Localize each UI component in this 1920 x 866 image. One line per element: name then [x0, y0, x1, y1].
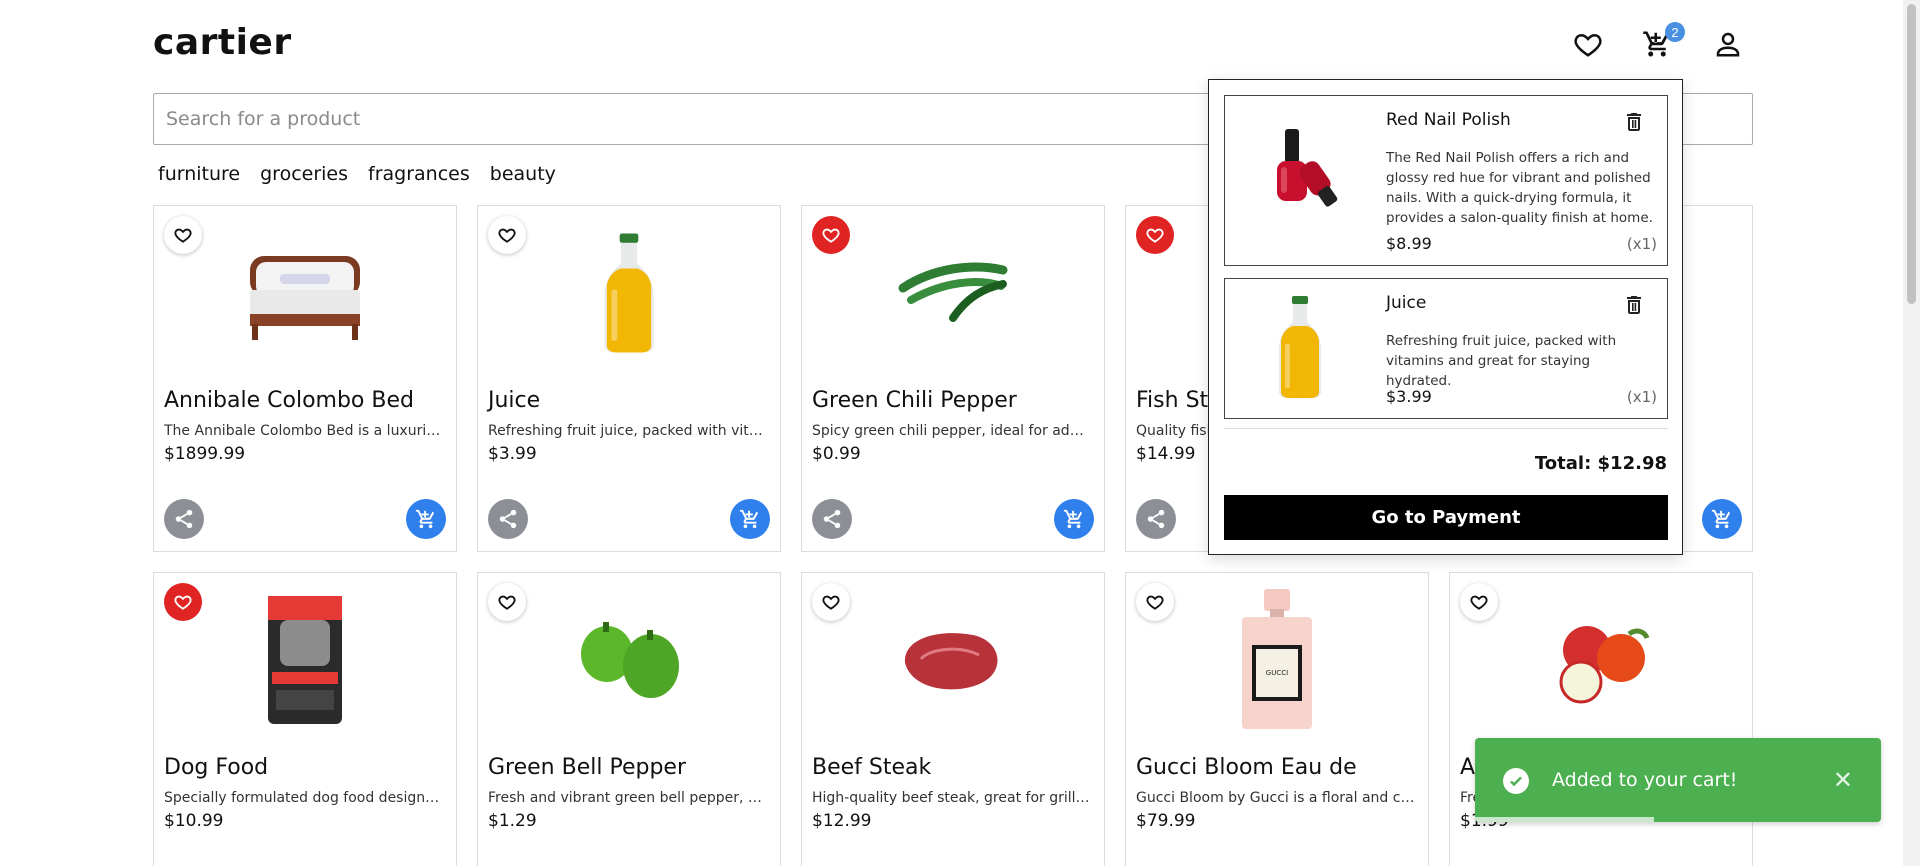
product-description: Fresh and vibrant green bell pepper, per…: [488, 790, 768, 806]
add-to-cart-icon: [1711, 509, 1731, 529]
product-title[interactable]: Juice: [488, 388, 540, 413]
trash-icon: [1627, 113, 1641, 131]
product-image[interactable]: [154, 218, 456, 368]
toast-message: Added to your cart!: [1552, 769, 1738, 791]
cart-item: Juice Refreshing fruit juice, packed wit…: [1224, 278, 1668, 419]
svg-text:GUCCI: GUCCI: [1266, 669, 1288, 677]
wishlist-button[interactable]: [1572, 28, 1604, 60]
cart-divider: [1224, 428, 1668, 429]
cart-item-name: Red Nail Polish: [1386, 110, 1511, 130]
product-image[interactable]: GUCCI: [1126, 585, 1428, 735]
product-description: Refreshing fruit juice, packed with vita…: [488, 423, 768, 439]
product-card[interactable]: Juice Refreshing fruit juice, packed with…: [477, 205, 781, 552]
brand-logo[interactable]: cartier: [153, 22, 292, 63]
product-description: The Annibale Colombo Bed is a luxurious …: [164, 423, 444, 439]
share-button[interactable]: [1136, 499, 1176, 539]
toast-notification: Added to your cart! ✕: [1475, 738, 1881, 822]
add-to-cart-icon: [415, 509, 435, 529]
product-price: $14.99: [1136, 444, 1196, 464]
check-circle-icon: [1503, 768, 1529, 794]
cart-item-price: $3.99: [1386, 387, 1432, 406]
product-description: High-quality beef steak, great for grill…: [812, 790, 1092, 806]
cart-count-badge: 2: [1665, 22, 1685, 42]
scrollbar-thumb[interactable]: [1907, 4, 1916, 304]
account-button[interactable]: [1712, 28, 1744, 60]
add-to-cart-icon: [739, 509, 759, 529]
product-image[interactable]: [802, 218, 1104, 368]
product-price: $79.99: [1136, 811, 1196, 831]
product-description: Spicy green chili pepper, ideal for addi…: [812, 423, 1092, 439]
product-card[interactable]: Beef Steak High-quality beef steak, great…: [801, 572, 1105, 866]
cart-item: Red Nail Polish The Red Nail Polish offe…: [1224, 95, 1668, 266]
product-title[interactable]: Beef Steak: [812, 755, 931, 780]
cart-item-name: Juice: [1386, 293, 1427, 313]
category-beauty[interactable]: beauty: [490, 163, 556, 185]
delete-item-button[interactable]: [1621, 291, 1647, 319]
trash-icon: [1627, 296, 1641, 314]
category-nav: furniture groceries fragrances beauty: [158, 163, 556, 185]
product-price: $1.29: [488, 811, 537, 831]
product-price: $1899.99: [164, 444, 246, 464]
product-title[interactable]: Dog Food: [164, 755, 268, 780]
product-description: Specially formulated dog food designed t…: [164, 790, 444, 806]
cart-item-price: $8.99: [1386, 234, 1432, 253]
product-description: Gucci Bloom by Gucci is a floral and cap…: [1136, 790, 1416, 806]
toast-progress-bar: [1475, 817, 1654, 822]
cart-total: Total: $12.98: [1534, 453, 1667, 474]
product-card[interactable]: Annibale Colombo Bed The Annibale Colombo…: [153, 205, 457, 552]
share-button[interactable]: [488, 499, 528, 539]
nail-polish-image: [1245, 106, 1355, 226]
product-image[interactable]: [802, 585, 1104, 735]
product-title[interactable]: Green Bell Pepper: [488, 755, 686, 780]
cart-item-description: Refreshing fruit juice, packed with vita…: [1386, 333, 1617, 389]
delete-item-button[interactable]: [1621, 108, 1647, 136]
page-scrollbar[interactable]: [1903, 0, 1920, 866]
category-groceries[interactable]: groceries: [260, 163, 348, 185]
user-icon: [1716, 32, 1740, 57]
product-card[interactable]: Green Chili Pepper Spicy green chili pepp…: [801, 205, 1105, 552]
add-to-cart-button[interactable]: [1054, 499, 1094, 539]
share-icon: [175, 509, 193, 529]
share-button[interactable]: [812, 499, 852, 539]
cart-dropdown: Red Nail Polish The Red Nail Polish offe…: [1208, 79, 1683, 555]
product-image[interactable]: [478, 585, 780, 735]
product-title[interactable]: A: [1460, 755, 1475, 780]
product-title[interactable]: Annibale Colombo Bed: [164, 388, 414, 413]
add-to-cart-button[interactable]: [406, 499, 446, 539]
product-image[interactable]: [478, 218, 780, 368]
product-image[interactable]: [1450, 585, 1752, 735]
share-button[interactable]: [164, 499, 204, 539]
share-icon: [1147, 509, 1165, 529]
cart-button[interactable]: 2: [1641, 22, 1685, 60]
category-fragrances[interactable]: fragrances: [368, 163, 470, 185]
heart-icon: [1574, 33, 1602, 57]
product-price: $12.99: [812, 811, 872, 831]
cart-item-quantity: (x1): [1626, 235, 1657, 253]
share-icon: [823, 509, 841, 529]
cart-item-quantity: (x1): [1626, 388, 1657, 406]
product-price: $0.99: [812, 444, 861, 464]
product-image[interactable]: [154, 585, 456, 735]
product-price: $3.99: [488, 444, 537, 464]
product-card[interactable]: Green Bell Pepper Fresh and vibrant green…: [477, 572, 781, 866]
add-to-cart-button[interactable]: [1702, 499, 1742, 539]
toast-close-button[interactable]: ✕: [1833, 766, 1853, 794]
cart-item-description: The Red Nail Polish offers a rich and gl…: [1386, 150, 1653, 226]
share-icon: [499, 509, 517, 529]
product-title[interactable]: Gucci Bloom Eau de: [1136, 755, 1357, 780]
product-card[interactable]: GUCCI Gucci Bloom Eau de Gucci Bloom by Gu…: [1125, 572, 1429, 866]
category-furniture[interactable]: furniture: [158, 163, 240, 185]
product-price: $10.99: [164, 811, 224, 831]
go-to-payment-button[interactable]: Go to Payment: [1224, 495, 1668, 540]
add-to-cart-button[interactable]: [730, 499, 770, 539]
product-title[interactable]: Green Chili Pepper: [812, 388, 1017, 413]
add-to-cart-icon: [1063, 509, 1083, 529]
juice-image: [1245, 287, 1355, 407]
product-card[interactable]: Dog Food Specially formulated dog food de…: [153, 572, 457, 866]
